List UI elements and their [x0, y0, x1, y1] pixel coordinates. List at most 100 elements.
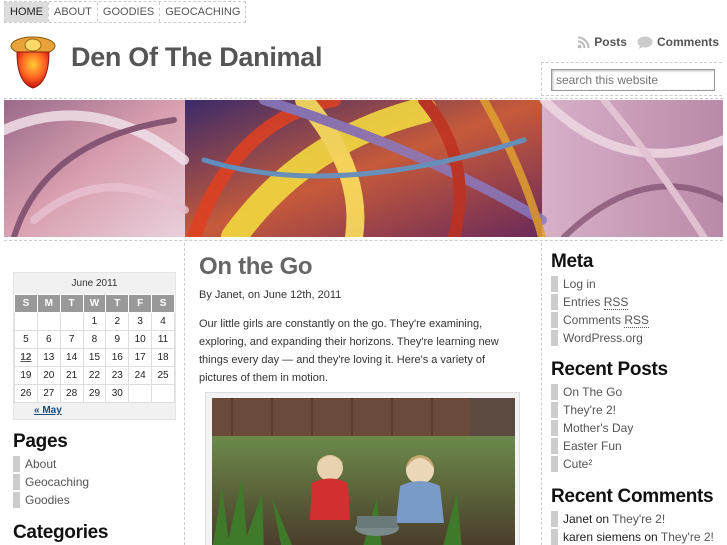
comment-author[interactable]: karen siemens: [563, 530, 641, 544]
rss-abbr: RSS: [603, 295, 629, 310]
meta-title: Meta: [551, 251, 594, 272]
site-logo[interactable]: [9, 35, 57, 89]
post-photo-frame: [205, 392, 520, 545]
search-form: [541, 62, 722, 96]
recent-post-link[interactable]: They're 2!: [551, 402, 719, 418]
nav-goodies[interactable]: GOODIES: [96, 2, 159, 22]
meta-comments-rss-link[interactable]: Comments RSS: [551, 312, 719, 328]
calendar-day: 9: [105, 330, 130, 349]
recent-comments-widget: Recent Comments Janet on They're 2! kare…: [551, 486, 723, 545]
calendar-day-link[interactable]: 12: [14, 348, 38, 367]
recent-comments-title: Recent Comments: [551, 486, 714, 507]
calendar-day: 25: [151, 366, 175, 385]
calendar-day: 28: [59, 384, 84, 403]
recent-post-link[interactable]: Easter Fun: [551, 438, 719, 454]
comment-post-link[interactable]: They're 2!: [661, 530, 714, 544]
categories-widget: Categories: [13, 522, 109, 544]
calendar-day: 24: [128, 366, 153, 385]
calendar-day: 2: [105, 312, 130, 331]
post-title[interactable]: On the Go: [199, 253, 313, 281]
comment-post-link[interactable]: They're 2!: [612, 512, 665, 526]
comment-on-text: on: [641, 530, 661, 544]
meta-item-label: Entries: [563, 295, 604, 309]
calendar-day: 18: [151, 348, 175, 367]
recent-posts-list: On The Go They're 2! Mother's Day Easter…: [551, 384, 719, 472]
main-content: On the Go By Janet, on June 12th, 2011 O…: [186, 243, 542, 545]
weekday-header: T: [105, 294, 130, 313]
feed-links: Posts Comments: [577, 35, 719, 49]
comments-feed-link[interactable]: Comments: [637, 35, 719, 49]
calendar-widget: June 2011 S M T W T F S 1 2 3 4 5 6 7 8 …: [13, 272, 176, 420]
pages-widget: Pages About Geocaching Goodies: [13, 431, 178, 510]
meta-item-label: Log in: [563, 277, 596, 291]
search-input[interactable]: [551, 69, 715, 91]
left-sidebar: June 2011 S M T W T F S 1 2 3 4 5 6 7 8 …: [4, 243, 185, 545]
nav-home[interactable]: HOME: [4, 2, 48, 22]
posts-feed-link[interactable]: Posts: [577, 35, 627, 49]
meta-entries-rss-link[interactable]: Entries RSS: [551, 294, 719, 310]
page-link-about[interactable]: About: [13, 456, 178, 472]
site-title[interactable]: Den Of The Danimal: [71, 42, 322, 73]
calendar-table: S M T W T F S 1 2 3 4 5 6 7 8 9 10 11 12…: [14, 294, 175, 403]
post-photo[interactable]: [212, 398, 515, 545]
recent-comment-item: karen siemens on They're 2!: [551, 529, 723, 545]
calendar-day: 10: [128, 330, 153, 349]
page-link-goodies[interactable]: Goodies: [13, 492, 178, 508]
top-navigation: HOME ABOUT GOODIES GEOCACHING: [4, 1, 247, 23]
calendar-day: 1: [82, 312, 107, 331]
post-body: Our little girls are constantly on the g…: [199, 318, 499, 384]
calendar-day: 13: [36, 348, 61, 367]
calendar-day: 14: [59, 348, 84, 367]
calendar-day: 3: [128, 312, 153, 331]
weekday-header: T: [59, 294, 84, 313]
comment-on-text: on: [592, 512, 613, 526]
calendar-day: 7: [59, 330, 84, 349]
weekday-header: S: [14, 294, 38, 313]
meta-login-link[interactable]: Log in: [551, 276, 719, 292]
header-banner-image: [4, 100, 723, 237]
comment-author[interactable]: Janet: [563, 512, 592, 526]
weekday-header: W: [82, 294, 107, 313]
calendar-day: 6: [36, 330, 61, 349]
recent-comments-list: Janet on They're 2! karen siemens on The…: [551, 511, 723, 545]
calendar-day: [151, 384, 175, 403]
page-link-geocaching[interactable]: Geocaching: [13, 474, 178, 490]
calendar-day: 20: [36, 366, 61, 385]
recent-posts-title: Recent Posts: [551, 359, 668, 380]
recent-comment-item: Janet on They're 2!: [551, 511, 723, 527]
calendar-prev-month-link[interactable]: « May: [14, 403, 175, 419]
calendar-caption: June 2011: [71, 278, 118, 289]
nav-geocaching[interactable]: GEOCACHING: [159, 2, 245, 22]
nav-about[interactable]: ABOUT: [48, 2, 97, 22]
meta-list: Log in Entries RSS Comments RSS WordPres…: [551, 276, 719, 346]
calendar-day: [59, 312, 84, 331]
recent-posts-widget: Recent Posts On The Go They're 2! Mother…: [551, 359, 719, 474]
banner-divider: [4, 240, 723, 241]
recent-post-link[interactable]: On The Go: [551, 384, 719, 400]
meta-widget: Meta Log in Entries RSS Comments RSS Wor…: [551, 251, 719, 348]
right-sidebar: Meta Log in Entries RSS Comments RSS Wor…: [543, 243, 723, 545]
calendar-day: 4: [151, 312, 175, 331]
meta-item-label: WordPress.org: [563, 331, 643, 345]
calendar-day: 26: [14, 384, 38, 403]
meta-wordpress-link[interactable]: WordPress.org: [551, 330, 719, 346]
calendar-day: [128, 384, 153, 403]
recent-post-link[interactable]: Mother's Day: [551, 420, 719, 436]
calendar-day: 16: [105, 348, 130, 367]
calendar-day: 29: [82, 384, 107, 403]
rss-icon: [577, 36, 590, 48]
categories-title: Categories: [13, 522, 109, 543]
weekday-header: F: [128, 294, 153, 313]
pages-title: Pages: [13, 431, 68, 452]
calendar-day: 21: [59, 366, 84, 385]
weekday-header: M: [36, 294, 61, 313]
calendar-day: [14, 312, 38, 331]
header-divider: [4, 98, 723, 99]
posts-feed-label: Posts: [594, 35, 627, 49]
calendar-day: [36, 312, 61, 331]
calendar-day: 11: [151, 330, 175, 349]
recent-post-link[interactable]: Cute²: [551, 456, 719, 472]
calendar-day: 27: [36, 384, 61, 403]
calendar-day: 15: [82, 348, 107, 367]
calendar-day: 17: [128, 348, 153, 367]
